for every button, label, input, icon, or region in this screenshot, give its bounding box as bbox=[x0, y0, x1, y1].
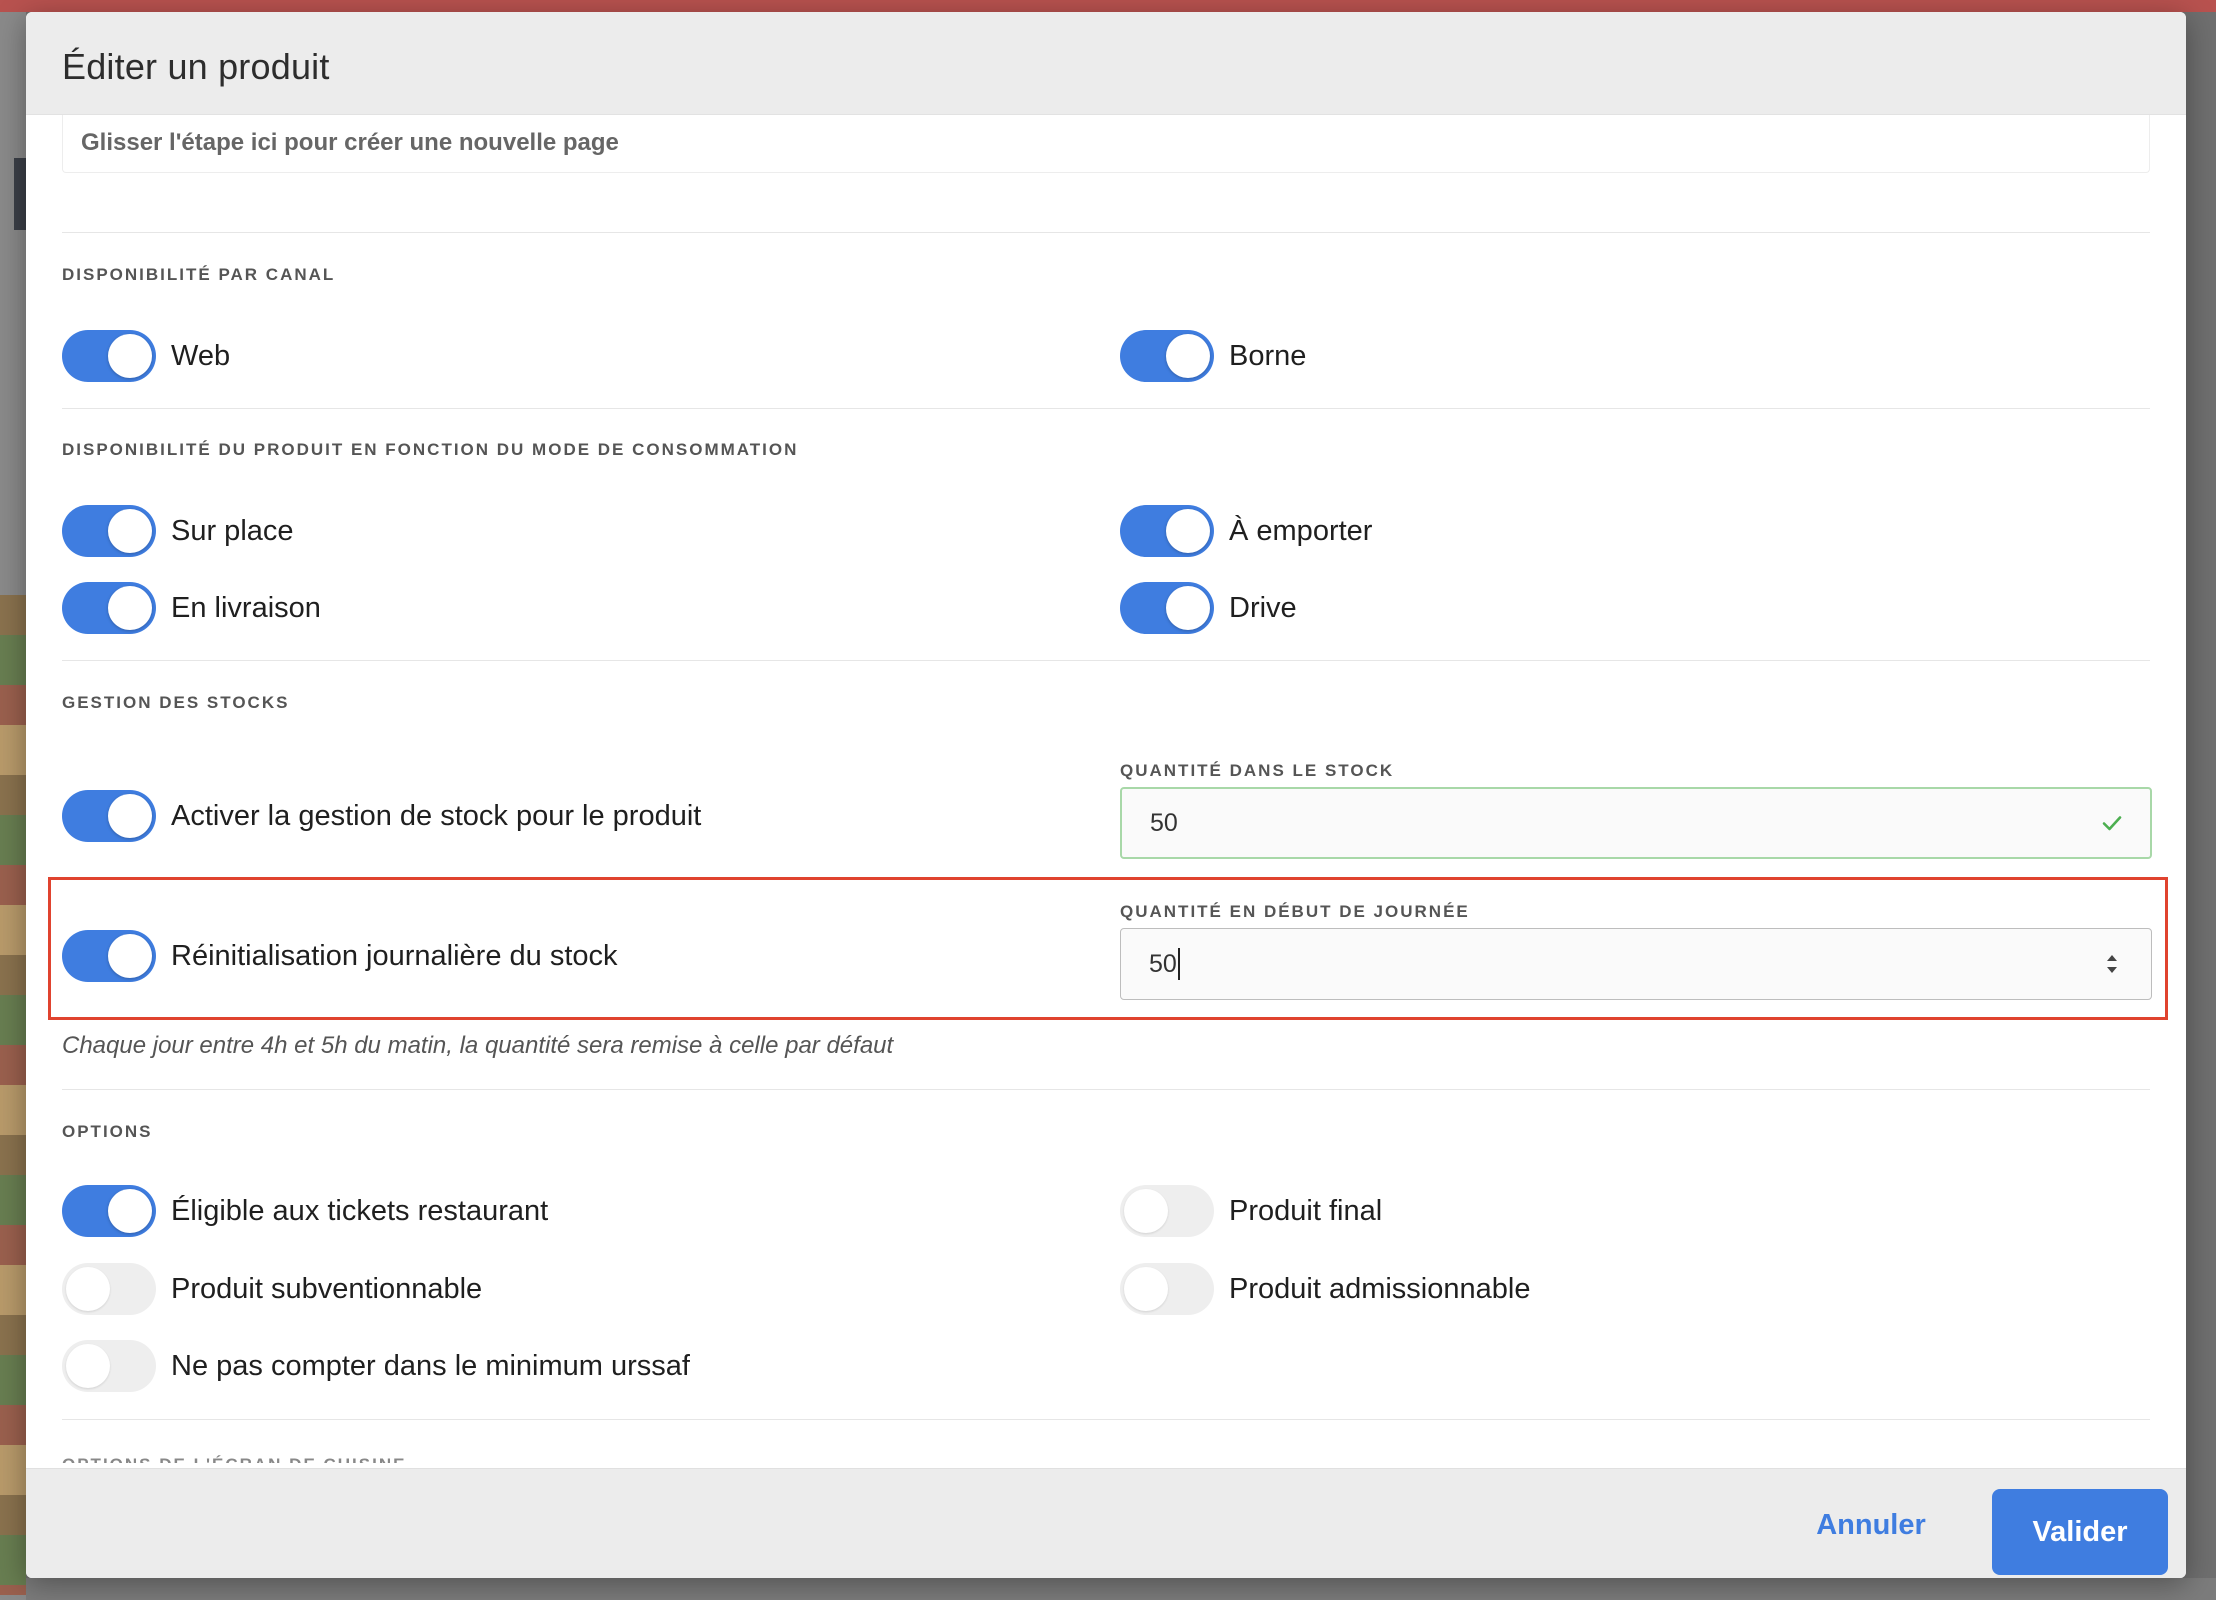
toggle-knob bbox=[108, 586, 152, 630]
toggle-row-admissionnable: Produit admissionnable bbox=[1120, 1263, 1530, 1315]
modal-footer: Annuler Valider bbox=[26, 1468, 2186, 1578]
modal-body[interactable]: Glisser l'étape ici pour créer une nouve… bbox=[26, 115, 2186, 1468]
toggle-row-tickets: Éligible aux tickets restaurant bbox=[62, 1185, 548, 1237]
daily-reset-toggle-label: Réinitialisation journalière du stock bbox=[171, 939, 618, 972]
borne-toggle[interactable] bbox=[1120, 330, 1214, 382]
web-toggle[interactable] bbox=[62, 330, 156, 382]
toggle-row-daily-reset: Réinitialisation journalière du stock bbox=[62, 930, 618, 982]
section-title-options: OPTIONS bbox=[62, 1122, 153, 1141]
toggle-row-web: Web bbox=[62, 330, 230, 382]
subventionnable-toggle-label: Produit subventionnable bbox=[171, 1272, 483, 1305]
background-app-panel bbox=[14, 158, 26, 230]
toggle-knob bbox=[1166, 586, 1210, 630]
section-title-consumption: DISPONIBILITÉ DU PRODUIT EN FONCTION DU … bbox=[62, 440, 799, 459]
drive-toggle-label: Drive bbox=[1229, 591, 1297, 624]
section-title-channel: DISPONIBILITÉ PAR CANAL bbox=[62, 265, 336, 284]
number-spinner-icon[interactable] bbox=[2103, 949, 2121, 979]
produit-final-toggle-label: Produit final bbox=[1229, 1194, 1383, 1227]
modal-title: Éditer un produit bbox=[62, 46, 330, 87]
toggle-row-drive: Drive bbox=[1120, 582, 1297, 634]
submit-button[interactable]: Valider bbox=[1992, 1489, 2168, 1575]
toggle-knob bbox=[66, 1267, 110, 1311]
background-app-topbar bbox=[0, 0, 2216, 12]
daily-reset-toggle[interactable] bbox=[62, 930, 156, 982]
toggle-row-subventionnable: Produit subventionnable bbox=[62, 1263, 482, 1315]
toggle-row-urssaf: Ne pas compter dans le minimum urssaf bbox=[62, 1340, 690, 1392]
toggle-knob bbox=[1124, 1189, 1168, 1233]
sur-place-toggle[interactable] bbox=[62, 505, 156, 557]
stock-quantity-input[interactable]: 50 bbox=[1120, 787, 2152, 859]
divider bbox=[62, 1089, 2150, 1090]
a-emporter-toggle-label: À emporter bbox=[1229, 514, 1373, 547]
toggle-knob bbox=[1166, 334, 1210, 378]
stock-quantity-value: 50 bbox=[1150, 808, 1178, 837]
text-cursor bbox=[1177, 948, 1180, 980]
toggle-row-sur-place: Sur place bbox=[62, 505, 294, 557]
web-toggle-label: Web bbox=[171, 339, 231, 372]
checkmark-icon bbox=[2102, 816, 2122, 831]
toggle-knob bbox=[1166, 509, 1210, 553]
admissionnable-toggle-label: Produit admissionnable bbox=[1229, 1272, 1531, 1305]
background-product-images bbox=[0, 595, 26, 1595]
toggle-row-en-livraison: En livraison bbox=[62, 582, 321, 634]
drive-toggle[interactable] bbox=[1120, 582, 1214, 634]
toggle-row-a-emporter: À emporter bbox=[1120, 505, 1372, 557]
toggle-knob bbox=[108, 334, 152, 378]
edit-product-modal: Éditer un produit Glisser l'étape ici po… bbox=[26, 12, 2186, 1578]
background-app-bottom bbox=[26, 1578, 2216, 1600]
modal-header: Éditer un produit bbox=[26, 12, 2186, 115]
toggle-knob bbox=[108, 794, 152, 838]
sur-place-toggle-label: Sur place bbox=[171, 514, 294, 547]
stock-enable-toggle[interactable] bbox=[62, 790, 156, 842]
section-title-stock: GESTION DES STOCKS bbox=[62, 693, 290, 712]
a-emporter-toggle[interactable] bbox=[1120, 505, 1214, 557]
produit-final-toggle[interactable] bbox=[1120, 1185, 1214, 1237]
start-quantity-value: 50 bbox=[1149, 949, 1177, 978]
divider bbox=[62, 1419, 2150, 1420]
toggle-knob bbox=[108, 1189, 152, 1233]
divider bbox=[62, 660, 2150, 661]
divider bbox=[62, 408, 2150, 409]
section-title-kitchen-screen: OPTIONS DE L'ÉCRAN DE CUISINE bbox=[62, 1455, 406, 1463]
toggle-knob bbox=[1124, 1267, 1168, 1311]
toggle-knob bbox=[108, 934, 152, 978]
urssaf-toggle[interactable] bbox=[62, 1340, 156, 1392]
en-livraison-toggle[interactable] bbox=[62, 582, 156, 634]
stock-enable-toggle-label: Activer la gestion de stock pour le prod… bbox=[171, 799, 702, 832]
tickets-restaurant-toggle[interactable] bbox=[62, 1185, 156, 1237]
toggle-knob bbox=[108, 509, 152, 553]
toggle-knob bbox=[66, 1344, 110, 1388]
borne-toggle-label: Borne bbox=[1229, 339, 1307, 372]
start-quantity-input[interactable]: 50 bbox=[1120, 928, 2152, 1000]
drop-zone-text: Glisser l'étape ici pour créer une nouve… bbox=[81, 129, 619, 156]
subventionnable-toggle[interactable] bbox=[62, 1263, 156, 1315]
toggle-row-stock-enable: Activer la gestion de stock pour le prod… bbox=[62, 790, 701, 842]
urssaf-toggle-label: Ne pas compter dans le minimum urssaf bbox=[171, 1349, 690, 1382]
toggle-row-borne: Borne bbox=[1120, 330, 1306, 382]
stock-quantity-label: QUANTITÉ DANS LE STOCK bbox=[1120, 761, 1395, 780]
daily-reset-hint: Chaque jour entre 4h et 5h du matin, la … bbox=[62, 1032, 894, 1059]
start-quantity-label: QUANTITÉ EN DÉBUT DE JOURNÉE bbox=[1120, 902, 1470, 921]
en-livraison-toggle-label: En livraison bbox=[171, 591, 321, 624]
tickets-restaurant-toggle-label: Éligible aux tickets restaurant bbox=[171, 1194, 549, 1227]
new-page-drop-zone[interactable]: Glisser l'étape ici pour créer une nouve… bbox=[62, 115, 2150, 173]
toggle-row-produit-final: Produit final bbox=[1120, 1185, 1382, 1237]
cancel-button[interactable]: Annuler bbox=[1806, 1495, 1936, 1555]
admissionnable-toggle[interactable] bbox=[1120, 1263, 1214, 1315]
divider bbox=[62, 232, 2150, 233]
